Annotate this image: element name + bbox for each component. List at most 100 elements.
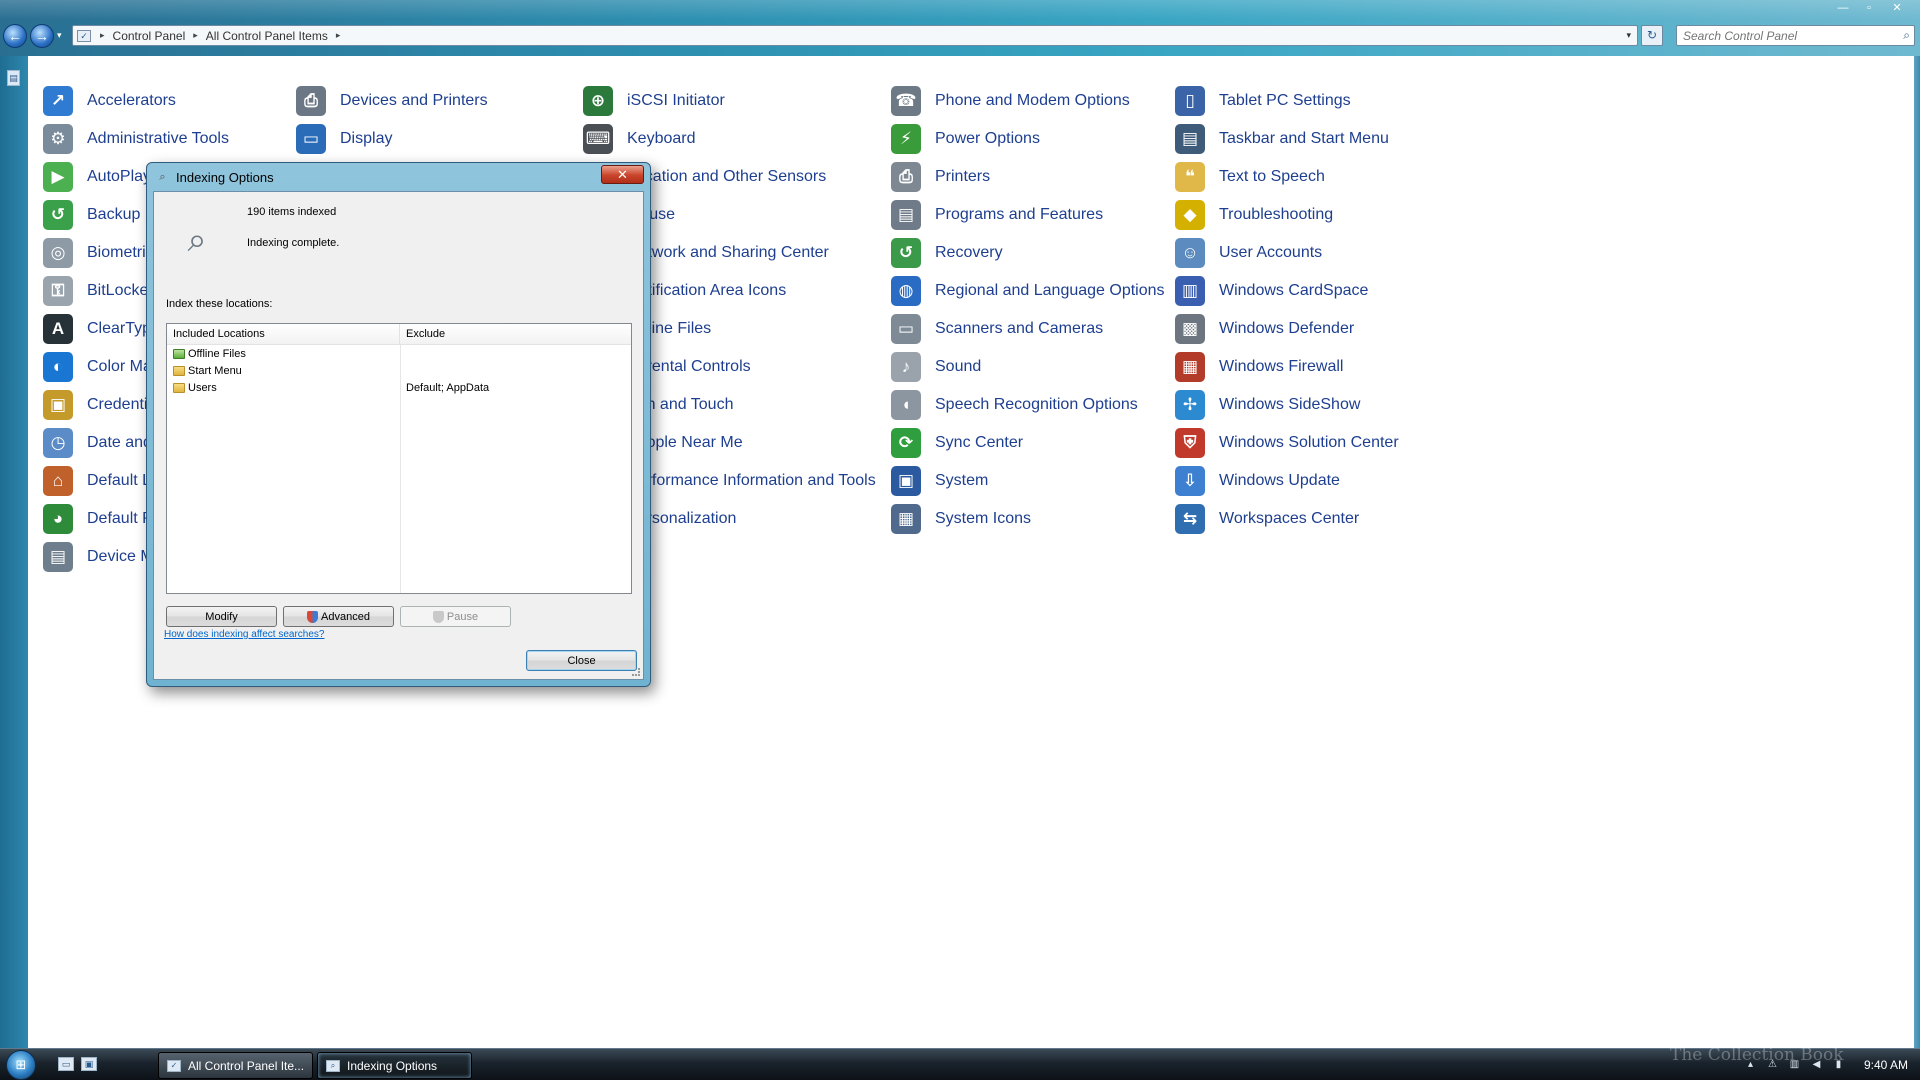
close-window-button[interactable]: ✕ [1884, 1, 1910, 15]
credential-manager-icon: ▣ [43, 390, 73, 420]
taskbar-button-indexing-options[interactable]: ⌕ Indexing Options [317, 1052, 472, 1079]
accelerators-icon: ↗ [43, 86, 73, 116]
control-panel-item[interactable]: ▤ Taskbar and Start Menu [1175, 120, 1399, 158]
control-panel-item[interactable]: ⌨ Keyboard [583, 120, 876, 158]
color-management-icon: ◐ [43, 352, 73, 382]
control-panel-item[interactable]: ⚙ Administrative Tools [43, 120, 229, 158]
address-bar[interactable]: ✓ ▸ Control Panel ▸ All Control Panel It… [72, 25, 1638, 46]
control-panel-icon: ✓ [77, 29, 91, 42]
locations-table[interactable]: Included Locations Exclude Offline Files… [166, 323, 632, 594]
control-panel-item-label: Phone and Modem Options [935, 92, 1130, 109]
right-frame [1914, 56, 1920, 1048]
display-icon: ▭ [296, 124, 326, 154]
default-location-icon: ⌂ [43, 466, 73, 496]
control-panel-item[interactable]: ◖ Speech Recognition Options [891, 386, 1165, 424]
table-row[interactable]: Users Default; AppData [167, 379, 631, 396]
control-panel-item-label: Tablet PC Settings [1219, 92, 1351, 109]
items-indexed-count: 190 items indexed [247, 206, 337, 218]
show-desktop-icon[interactable]: ▭ [58, 1057, 74, 1071]
dialog-close-button[interactable]: ✕ [601, 165, 644, 184]
control-panel-item[interactable]: ❝ Text to Speech [1175, 158, 1399, 196]
control-panel-item[interactable]: ▦ Windows Firewall [1175, 348, 1399, 386]
control-panel-item[interactable]: ☺ User Accounts [1175, 234, 1399, 272]
breadcrumb-separator[interactable]: ▸ [97, 30, 108, 41]
control-panel-item-label: Keyboard [627, 130, 696, 147]
resize-grip[interactable] [632, 668, 640, 676]
control-panel-item[interactable]: ◍ Regional and Language Options [891, 272, 1165, 310]
column-header-included[interactable]: Included Locations [167, 324, 400, 344]
table-row[interactable]: Offline Files [167, 345, 631, 362]
table-row[interactable]: Start Menu [167, 362, 631, 379]
control-panel-item[interactable]: ▤ Programs and Features [891, 196, 1165, 234]
control-panel-item[interactable]: ◆ Troubleshooting [1175, 196, 1399, 234]
biometric-icon: ◎ [43, 238, 73, 268]
control-panel-item[interactable]: ⎙ Devices and Printers [296, 82, 516, 120]
breadcrumb-separator[interactable]: ▸ [190, 30, 201, 41]
device-manager-icon: ▤ [43, 542, 73, 572]
control-panel-item-label: System [935, 472, 989, 489]
control-panel-item-label: BitLocker [87, 282, 154, 299]
advanced-button-label: Advanced [321, 610, 370, 623]
quick-launch: ▭ ▣ [58, 1057, 97, 1071]
maximize-button[interactable]: ▫ [1858, 1, 1880, 15]
minimize-button[interactable]: — [1832, 1, 1854, 15]
help-link[interactable]: How does indexing affect searches? [164, 629, 324, 640]
control-panel-item[interactable]: ↗ Accelerators [43, 82, 229, 120]
taskbar-button-control-panel[interactable]: ✓ All Control Panel Ite... [158, 1052, 313, 1079]
advanced-button[interactable]: Advanced [283, 606, 394, 627]
control-panel-item[interactable]: ▦ System Icons [891, 500, 1165, 538]
indexing-status: Indexing complete. [247, 237, 340, 249]
pause-button[interactable]: Pause [400, 606, 511, 627]
control-panel-item[interactable]: ↺ Recovery [891, 234, 1165, 272]
forward-button[interactable]: → [30, 24, 54, 48]
date-time-icon: ◷ [43, 428, 73, 458]
close-button[interactable]: Close [526, 650, 637, 671]
control-panel-item-label: Administrative Tools [87, 130, 229, 147]
modify-button[interactable]: Modify [166, 606, 277, 627]
folder-icon [173, 382, 185, 393]
control-panel-item-label: Performance Information and Tools [627, 472, 876, 489]
breadcrumb-separator[interactable]: ▸ [333, 30, 344, 41]
address-dropdown[interactable]: ▾ [1626, 30, 1631, 41]
control-panel-item[interactable]: ♪ Sound [891, 348, 1165, 386]
breadcrumb-all-items[interactable]: All Control Panel Items [201, 29, 333, 43]
text-to-speech-icon: ❝ [1175, 162, 1205, 192]
recent-pages-dropdown[interactable]: ▾ [57, 30, 62, 41]
back-button[interactable]: ← [3, 24, 27, 48]
control-panel-item-label: Text to Speech [1219, 168, 1325, 185]
control-panel-item[interactable]: ▥ Windows CardSpace [1175, 272, 1399, 310]
clock[interactable]: 9:40 AM [1864, 1058, 1908, 1072]
control-panel-item-label: Biometric [87, 244, 154, 261]
scanners-icon: ▭ [891, 314, 921, 344]
control-panel-item[interactable]: ⟳ Sync Center [891, 424, 1165, 462]
start-button[interactable]: ⊞ [6, 1050, 36, 1080]
control-panel-item[interactable]: ▭ Scanners and Cameras [891, 310, 1165, 348]
search-box[interactable]: ⌕ [1676, 25, 1915, 46]
control-panel-item-label: User Accounts [1219, 244, 1323, 261]
default-programs-icon: ◕ [43, 504, 73, 534]
search-icon[interactable]: ⌕ [1903, 28, 1910, 43]
refresh-button[interactable]: ↻ [1641, 25, 1663, 46]
search-input[interactable] [1677, 26, 1877, 45]
control-panel-item[interactable]: ⊕ iSCSI Initiator [583, 82, 876, 120]
control-panel-item[interactable]: ⎙ Printers [891, 158, 1165, 196]
column-divider [400, 345, 401, 593]
control-panel-item[interactable]: ▯ Tablet PC Settings [1175, 82, 1399, 120]
column-header-exclude[interactable]: Exclude [400, 324, 451, 344]
control-panel-item[interactable]: ☎ Phone and Modem Options [891, 82, 1165, 120]
switch-windows-icon[interactable]: ▣ [81, 1057, 97, 1071]
system-icon: ▣ [891, 466, 921, 496]
navigation-pane-icon[interactable]: ▤ [7, 70, 20, 86]
control-panel-item[interactable]: ▣ System [891, 462, 1165, 500]
control-panel-item[interactable]: ▩ Windows Defender [1175, 310, 1399, 348]
regional-icon: ◍ [891, 276, 921, 306]
control-panel-item[interactable]: ⇆ Workspaces Center [1175, 500, 1399, 538]
control-panel-item[interactable]: ▭ Display [296, 120, 516, 158]
control-panel-item[interactable]: ⛨ Windows Solution Center [1175, 424, 1399, 462]
control-panel-item[interactable]: ⇩ Windows Update [1175, 462, 1399, 500]
sound-icon: ♪ [891, 352, 921, 382]
control-panel-item[interactable]: ⚡ Power Options [891, 120, 1165, 158]
indexing-icon: ⌕ [159, 171, 166, 183]
control-panel-item[interactable]: ✢ Windows SideShow [1175, 386, 1399, 424]
breadcrumb-control-panel[interactable]: Control Panel [108, 29, 191, 43]
